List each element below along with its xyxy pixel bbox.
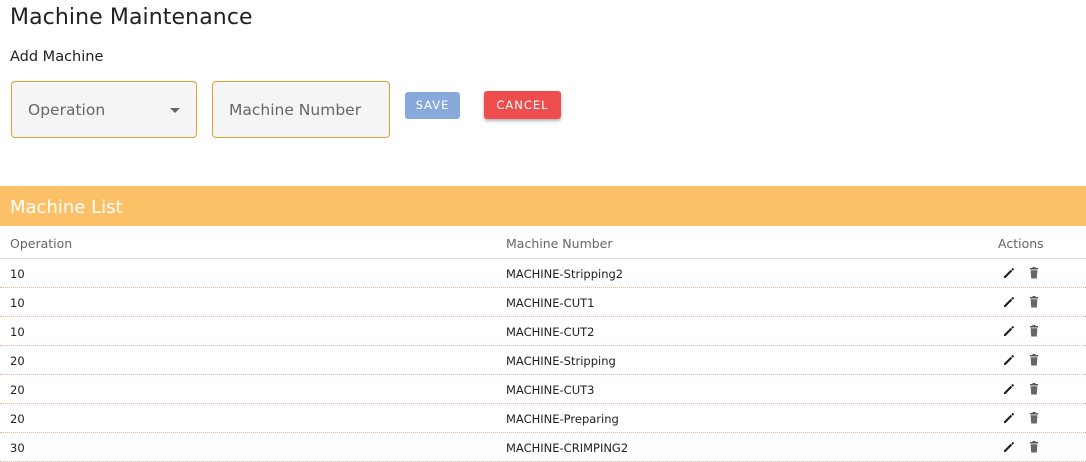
cell-operation: 10 — [10, 267, 25, 281]
column-header-actions: Actions — [998, 236, 1044, 251]
table-header: Operation Machine Number Actions — [0, 226, 1086, 259]
operation-select-label: Operation — [28, 101, 106, 119]
pencil-icon[interactable] — [1002, 382, 1016, 396]
table-body: 10 MACHINE-Stripping2 10 MACHINE-CUT1 10 MACH… — [0, 259, 1086, 462]
trash-icon[interactable] — [1027, 295, 1041, 309]
pencil-icon[interactable] — [1002, 411, 1016, 425]
cell-operation: 10 — [10, 325, 25, 339]
table-row: 30 MACHINE-CRIMPING2 — [0, 433, 1086, 462]
trash-icon[interactable] — [1027, 440, 1041, 454]
cell-operation: 10 — [10, 296, 25, 310]
machine-number-placeholder: Machine Number — [229, 101, 362, 119]
trash-icon[interactable] — [1027, 411, 1041, 425]
table-row: 20 MACHINE-Stripping — [0, 346, 1086, 375]
machine-number-input[interactable]: Machine Number — [212, 81, 390, 138]
trash-icon[interactable] — [1027, 324, 1041, 338]
machine-table: Operation Machine Number Actions 10 MACHI… — [0, 226, 1086, 462]
pencil-icon[interactable] — [1002, 440, 1016, 454]
cell-machine-number: MACHINE-CUT3 — [506, 383, 595, 397]
operation-select[interactable]: Operation — [11, 81, 197, 138]
trash-icon[interactable] — [1027, 353, 1041, 367]
pencil-icon[interactable] — [1002, 266, 1016, 280]
machine-list-title: Machine List — [10, 197, 123, 218]
cell-operation: 30 — [10, 441, 25, 455]
pencil-icon[interactable] — [1002, 353, 1016, 367]
cell-machine-number: MACHINE-CUT2 — [506, 325, 595, 339]
table-row: 10 MACHINE-CUT1 — [0, 288, 1086, 317]
trash-icon[interactable] — [1027, 266, 1041, 280]
add-machine-heading: Add Machine — [10, 49, 104, 65]
trash-icon[interactable] — [1027, 382, 1041, 396]
pencil-icon[interactable] — [1002, 324, 1016, 338]
table-row: 20 MACHINE-CUT3 — [0, 375, 1086, 404]
column-header-machine-number[interactable]: Machine Number — [506, 236, 613, 251]
cell-machine-number: MACHINE-Stripping2 — [506, 267, 624, 281]
page-title: Machine Maintenance — [10, 5, 253, 30]
save-button[interactable]: SAVE — [405, 92, 460, 119]
cell-operation: 20 — [10, 412, 25, 426]
table-row: 20 MACHINE-Preparing — [0, 404, 1086, 433]
dropdown-arrow-icon[interactable] — [170, 108, 180, 113]
table-row: 10 MACHINE-Stripping2 — [0, 259, 1086, 288]
table-row: 10 MACHINE-CUT2 — [0, 317, 1086, 346]
cell-operation: 20 — [10, 354, 25, 368]
pencil-icon[interactable] — [1002, 295, 1016, 309]
cell-machine-number: MACHINE-Stripping — [506, 354, 616, 368]
machine-list-header: Machine List — [0, 186, 1086, 226]
column-header-operation[interactable]: Operation — [10, 236, 72, 251]
cell-machine-number: MACHINE-Preparing — [506, 412, 619, 426]
cell-machine-number: MACHINE-CRIMPING2 — [506, 441, 629, 455]
cell-machine-number: MACHINE-CUT1 — [506, 296, 595, 310]
cancel-button[interactable]: CANCEL — [484, 91, 561, 119]
cell-operation: 20 — [10, 383, 25, 397]
